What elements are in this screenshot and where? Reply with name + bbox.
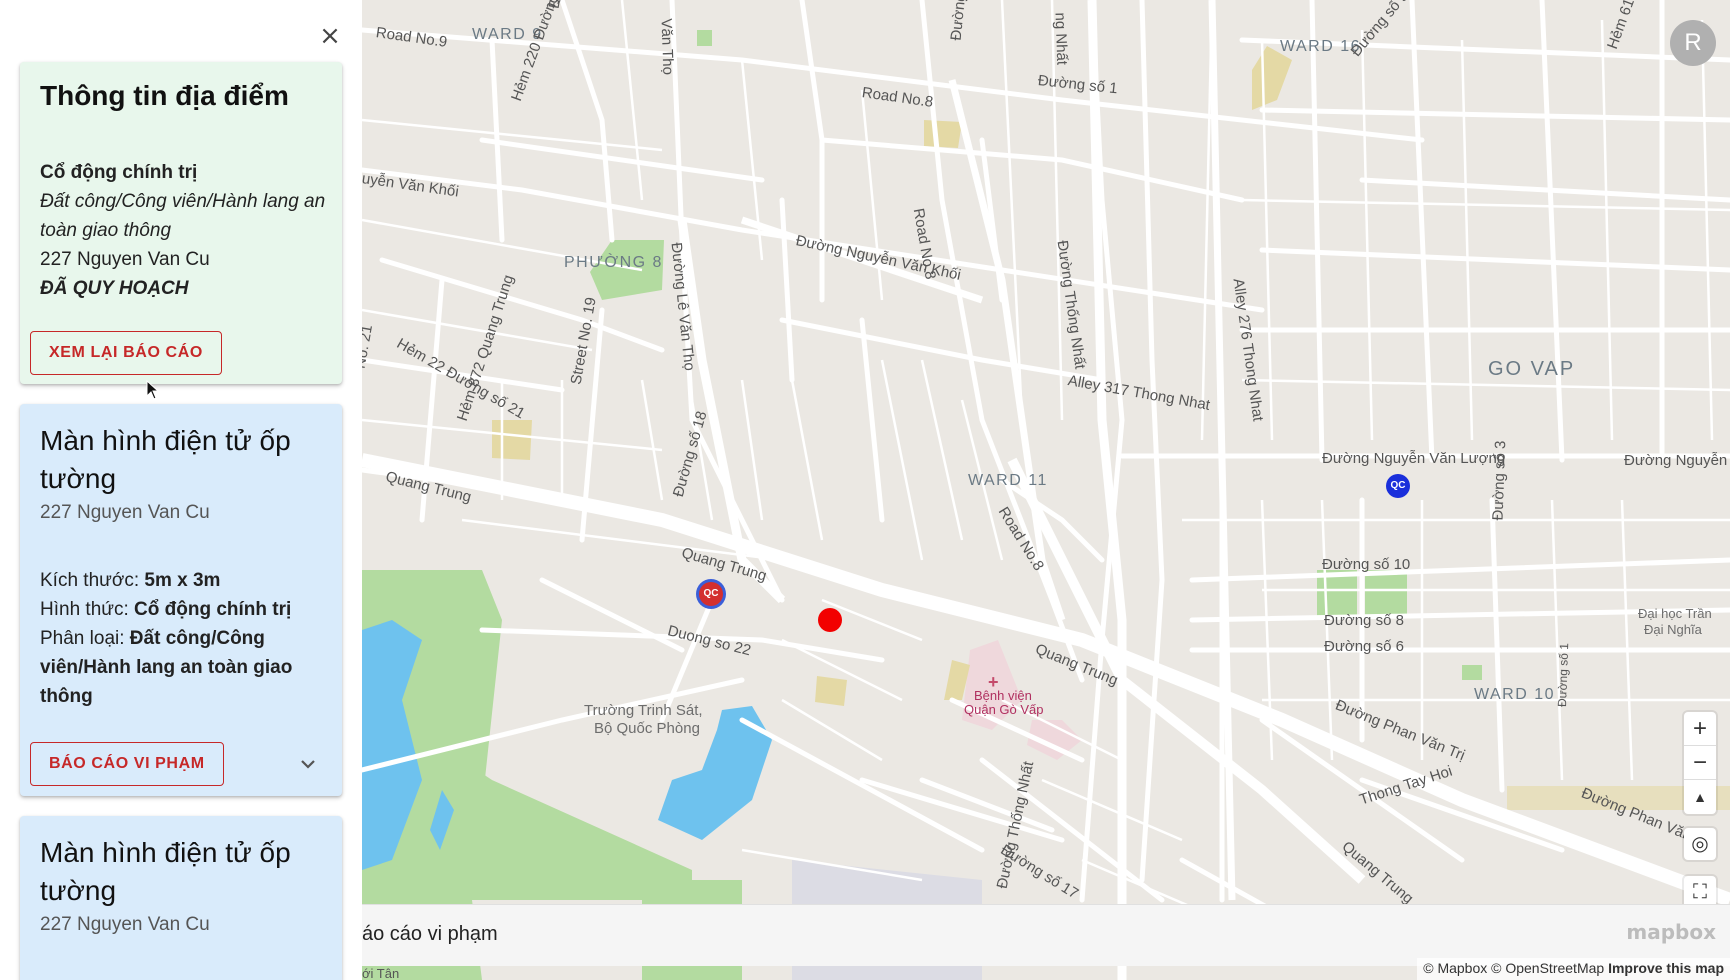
expand-chevron-icon[interactable]: [296, 752, 320, 776]
improve-map-link[interactable]: Improve this map: [1608, 960, 1724, 976]
map-label: Văn Thọ: [657, 18, 677, 76]
qc-ad-marker-blue[interactable]: QC: [1386, 474, 1410, 498]
close-sidebar-button[interactable]: ×: [316, 22, 344, 50]
address-text: 227 Nguyen Van Cu: [40, 249, 210, 270]
ad-form-line: Hình thức: Cổ động chính trị: [40, 595, 330, 624]
ad-card-address: 227 Nguyen Van Cu: [40, 502, 210, 523]
map-label: Quận Gò Vấp: [964, 702, 1044, 717]
map-label: Đường số 3: [1489, 440, 1510, 521]
zoom-controls: + − ▲: [1684, 712, 1716, 814]
sidebar: × Thông tin địa điểm Cổ động chính trị Đ…: [0, 0, 362, 980]
map-label: Đường số 6: [1324, 638, 1404, 655]
user-avatar[interactable]: R: [1670, 20, 1716, 66]
zoom-in-button[interactable]: +: [1684, 712, 1716, 746]
location-type-text: Đất công/Công viên/Hành lang an toàn gia…: [40, 191, 326, 241]
review-report-button[interactable]: XEM LẠI BÁO CÁO: [30, 331, 222, 375]
zoom-out-button[interactable]: −: [1684, 746, 1716, 780]
map-label: ới Tân: [362, 966, 400, 980]
map-label: PHƯỜNG 8: [564, 254, 663, 271]
ad-card-title: Màn hình điện tử ốp tường: [40, 837, 291, 906]
ad-size-value: 5m x 3m: [144, 570, 221, 591]
map-label: Đường số 1: [1555, 642, 1572, 708]
map-label: Đường số 8: [1324, 612, 1404, 629]
ad-type-text: Cổ động chính trị: [40, 162, 198, 183]
ad-category-line: Phân loại: Đất công/Công viên/Hành lang …: [40, 624, 330, 711]
map-label: WARD 11: [968, 472, 1048, 489]
map-label: Bộ Quốc Phòng: [594, 720, 700, 737]
map-label: Đại Nghĩa: [1644, 622, 1702, 637]
attribution-text[interactable]: © Mapbox © OpenStreetMap: [1423, 960, 1604, 976]
ad-card-title: Màn hình điện tử ốp tường: [40, 425, 291, 494]
map-label: GO VAP: [1488, 358, 1576, 380]
qc-ad-marker-red[interactable]: QC: [699, 582, 723, 606]
compass-icon[interactable]: ▲: [1684, 780, 1716, 814]
ad-size-line: Kích thước: 5m x 3m: [40, 566, 330, 595]
map-canvas[interactable]: Road No.9 WARD 9 WARD 16 WARD 11 WARD 10…: [362, 0, 1730, 980]
selected-location-marker[interactable]: [818, 608, 842, 632]
map-label: ng Nhất: [1051, 12, 1071, 66]
report-violation-bar[interactable]: áo cáo vi phạm: [362, 904, 1730, 966]
ad-category-label: Phân loại:: [40, 628, 130, 649]
map-label: Đường số 10: [1322, 556, 1411, 573]
map-base-layer: [362, 0, 1730, 980]
mapbox-logo[interactable]: mapbox: [1626, 920, 1716, 944]
ad-form-value: Cổ động chính trị: [134, 599, 292, 620]
ad-card: Màn hình điện tử ốp tường 227 Nguyen Van…: [20, 404, 342, 796]
ad-size-label: Kích thước:: [40, 570, 145, 591]
map-label: Trường Trinh Sát,: [584, 702, 703, 719]
map-label: Đường Nguyễn Văn Lượng: [1322, 450, 1506, 467]
ad-card-address: 227 Nguyen Van Cu: [40, 914, 210, 935]
geolocate-icon[interactable]: ◎: [1684, 828, 1716, 860]
location-info-card: Thông tin địa điểm Cổ động chính trị Đất…: [20, 62, 342, 384]
map-label: Đại học Trần: [1638, 606, 1712, 621]
planning-status-text: ĐÃ QUY HOẠCH: [40, 278, 189, 299]
hospital-icon: +: [988, 672, 999, 692]
map-label: Bệnh viện: [974, 688, 1032, 703]
ad-card: Màn hình điện tử ốp tường 227 Nguyen Van…: [20, 816, 342, 980]
map-label: Đường Nguyễn V: [1624, 452, 1730, 469]
ad-form-label: Hình thức:: [40, 599, 135, 620]
map-attribution: © Mapbox © OpenStreetMap Improve this ma…: [1417, 958, 1730, 980]
location-info-title: Thông tin địa điểm: [40, 80, 289, 111]
report-violation-button[interactable]: BÁO CÁO VI PHẠM: [30, 742, 224, 786]
report-bar-label: áo cáo vi phạm: [362, 923, 498, 945]
map-label: WARD 10: [1474, 686, 1556, 703]
